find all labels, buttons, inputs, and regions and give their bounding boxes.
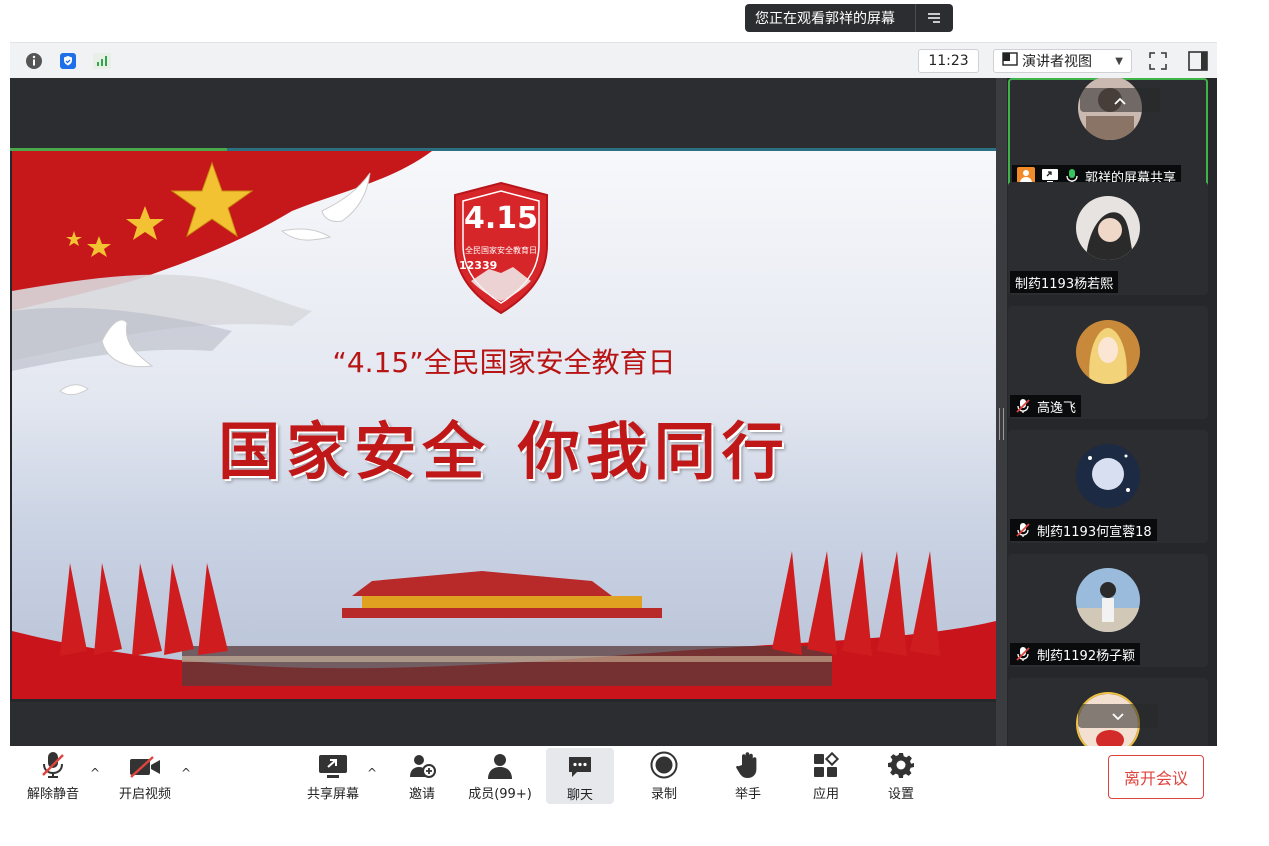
- badge-hotline: 12339: [459, 259, 498, 272]
- apps-button[interactable]: 应用: [806, 750, 846, 802]
- share-area-bottom: [10, 702, 996, 746]
- fullscreen-icon[interactable]: [1146, 50, 1170, 72]
- record-label: 录制: [650, 787, 677, 802]
- chat-label: 聊天: [566, 788, 593, 803]
- avatar: [1076, 196, 1140, 260]
- viewing-text: 您正在观看郭祥的屏幕: [755, 11, 895, 27]
- meeting-timer: 11:23: [918, 49, 979, 73]
- share-options-caret[interactable]: ^: [367, 766, 377, 780]
- info-icon[interactable]: [24, 51, 44, 71]
- security-shield-icon[interactable]: [58, 51, 78, 71]
- record-icon: [650, 750, 678, 779]
- raise-hand-label: 举手: [734, 787, 761, 802]
- invite-button[interactable]: 邀请: [402, 750, 442, 802]
- chevron-up-icon: [1113, 91, 1127, 110]
- shared-screen-slide: 4.15 全民国家安全教育日 12339 “4.15”全民国家安全教育日 国家安…: [12, 151, 996, 699]
- chat-button[interactable]: 聊天: [546, 748, 614, 804]
- scroll-up-button[interactable]: [1080, 88, 1160, 112]
- participant-tile[interactable]: 制药1193何宣蓉18: [1008, 430, 1208, 543]
- hand-icon: [736, 750, 760, 779]
- apps-label: 应用: [812, 787, 839, 802]
- participant-name: 制药1193杨若熙: [1015, 276, 1114, 292]
- avatar: [1076, 568, 1140, 632]
- video-options-caret[interactable]: ^: [181, 766, 191, 780]
- view-mode-dropdown[interactable]: 演讲者视图 ▼: [993, 49, 1132, 73]
- security-day-badge: 4.15 全民国家安全教育日 12339: [449, 181, 553, 315]
- view-mode-label: 演讲者视图: [1022, 54, 1092, 70]
- microphone-muted-icon: [40, 750, 66, 779]
- invite-label: 邀请: [408, 787, 435, 802]
- participant-tile[interactable]: 郭祥的屏幕共享: [1008, 78, 1208, 191]
- participant-gallery: 郭祥的屏幕共享 制药1193杨若熙 高逸飞 制药1193何宣蓉18 制药1192…: [1007, 78, 1217, 746]
- raise-hand-button[interactable]: 举手: [728, 750, 768, 802]
- slide-slogan: 国家安全 你我同行: [218, 415, 790, 488]
- side-panel-toggle-icon[interactable]: [1186, 50, 1210, 72]
- participant-name-tag: 制药1193何宣蓉18: [1010, 519, 1157, 541]
- gear-icon: [887, 750, 915, 779]
- top-banner: 您正在观看郭祥的屏幕: [0, 0, 1217, 42]
- unmute-button[interactable]: 解除静音: [24, 750, 82, 802]
- chat-icon: [567, 750, 593, 780]
- members-icon: [486, 750, 514, 779]
- meeting-window: 您正在观看郭祥的屏幕 11:23 演讲者视图 ▼ 4.15 全民国家安全教育日 …: [0, 0, 1269, 846]
- meeting-controls: 解除静音 ^ 开启视频 ^ 共享屏幕 ^ 邀请 成员(99+) 聊天 录制 举手…: [10, 746, 1217, 806]
- panel-splitter[interactable]: [996, 78, 1007, 746]
- share-screen-button[interactable]: 共享屏幕: [302, 750, 364, 802]
- participant-name-tag: 高逸飞: [1010, 395, 1082, 417]
- chevron-down-icon: ▼: [1115, 55, 1123, 67]
- start-video-button[interactable]: 开启视频: [114, 750, 176, 802]
- members-label: 成员(99+): [468, 787, 532, 802]
- audio-options-caret[interactable]: ^: [90, 766, 100, 780]
- add-user-icon: [408, 750, 436, 779]
- participant-name: 高逸飞: [1037, 400, 1077, 416]
- microphone-muted-icon: [1015, 522, 1031, 538]
- microphone-muted-icon: [1015, 398, 1031, 414]
- scroll-down-button[interactable]: [1078, 704, 1158, 728]
- participant-tile[interactable]: 高逸飞: [1008, 306, 1208, 419]
- splitter-grip[interactable]: [999, 408, 1004, 440]
- participant-name: 制药1192杨子颖: [1037, 648, 1136, 664]
- meeting-toolbar: 11:23 演讲者视图 ▼: [10, 42, 1217, 78]
- signal-strength-icon[interactable]: [92, 51, 112, 71]
- start-video-label: 开启视频: [118, 787, 171, 802]
- meeting-stage: 4.15 全民国家安全教育日 12339 “4.15”全民国家安全教育日 国家安…: [10, 78, 1217, 746]
- badge-subtitle: 全民国家安全教育日: [465, 246, 537, 255]
- apps-grid-icon: [812, 750, 840, 779]
- participant-tile[interactable]: 制药1193杨若熙: [1008, 182, 1208, 295]
- avatar: [1076, 320, 1140, 384]
- participant-name-tag: 制药1193杨若熙: [1010, 271, 1119, 293]
- speaker-view-icon: [1002, 52, 1018, 70]
- share-screen-label: 共享屏幕: [306, 787, 359, 802]
- participant-name: 制药1193何宣蓉18: [1037, 524, 1152, 540]
- unmute-label: 解除静音: [26, 787, 79, 802]
- share-area-top: [10, 78, 996, 148]
- microphone-muted-icon: [1015, 646, 1031, 662]
- participant-tile[interactable]: 制药1192杨子颖: [1008, 554, 1208, 667]
- badge-number: 4.15: [463, 201, 539, 236]
- share-screen-icon: [317, 750, 349, 779]
- participant-tile[interactable]: [1008, 678, 1208, 746]
- record-button[interactable]: 录制: [644, 750, 684, 802]
- menu-icon[interactable]: [916, 12, 952, 24]
- slide-subtitle: “4.15”全民国家安全教育日: [332, 346, 676, 379]
- settings-button[interactable]: 设置: [881, 750, 921, 802]
- chevron-down-icon: [1111, 707, 1125, 726]
- settings-label: 设置: [887, 787, 914, 802]
- viewing-indicator[interactable]: 您正在观看郭祥的屏幕: [745, 4, 953, 32]
- participant-name-tag: 制药1192杨子颖: [1010, 643, 1141, 665]
- leave-meeting-button[interactable]: 离开会议: [1108, 755, 1204, 799]
- members-button[interactable]: 成员(99+): [466, 750, 534, 802]
- video-off-icon: [129, 750, 161, 779]
- avatar: [1076, 444, 1140, 508]
